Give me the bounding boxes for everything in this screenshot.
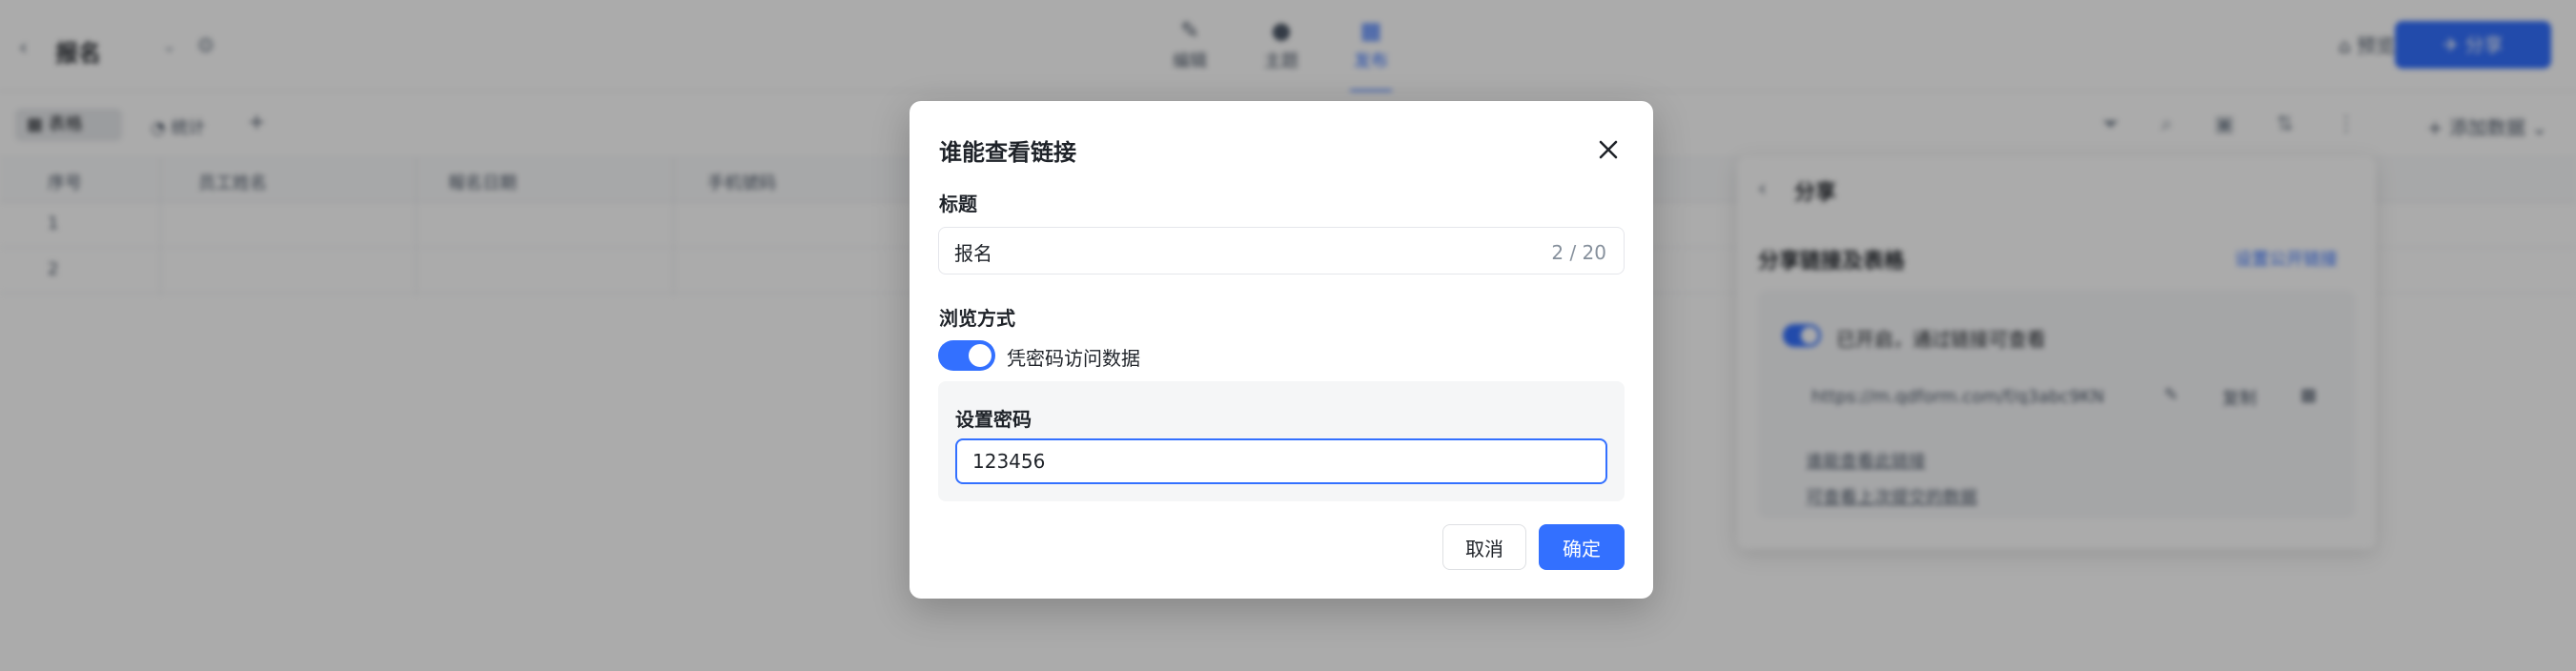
- cancel-button[interactable]: 取消: [1442, 524, 1526, 570]
- close-icon[interactable]: [1592, 133, 1625, 166]
- browse-mode-label: 浏览方式: [939, 307, 1015, 330]
- char-count: 2 / 20: [1551, 241, 1606, 264]
- password-access-toggle[interactable]: [938, 340, 995, 371]
- password-label: 设置密码: [955, 408, 1032, 431]
- dialog-title: 谁能查看链接: [939, 139, 1076, 166]
- toggle-label: 凭密码访问数据: [1007, 347, 1140, 370]
- password-section: 设置密码: [938, 381, 1625, 501]
- link-access-dialog: 谁能查看链接 标题 2 / 20 浏览方式 凭密码访问数据 设置密码 取消 确定: [910, 101, 1653, 599]
- title-input[interactable]: [954, 237, 1507, 266]
- title-field-label: 标题: [939, 193, 977, 215]
- password-input[interactable]: [972, 448, 1583, 475]
- toggle-knob: [969, 344, 992, 367]
- title-field[interactable]: 2 / 20: [938, 227, 1625, 274]
- password-field[interactable]: [955, 438, 1607, 484]
- confirm-button[interactable]: 确定: [1539, 524, 1625, 570]
